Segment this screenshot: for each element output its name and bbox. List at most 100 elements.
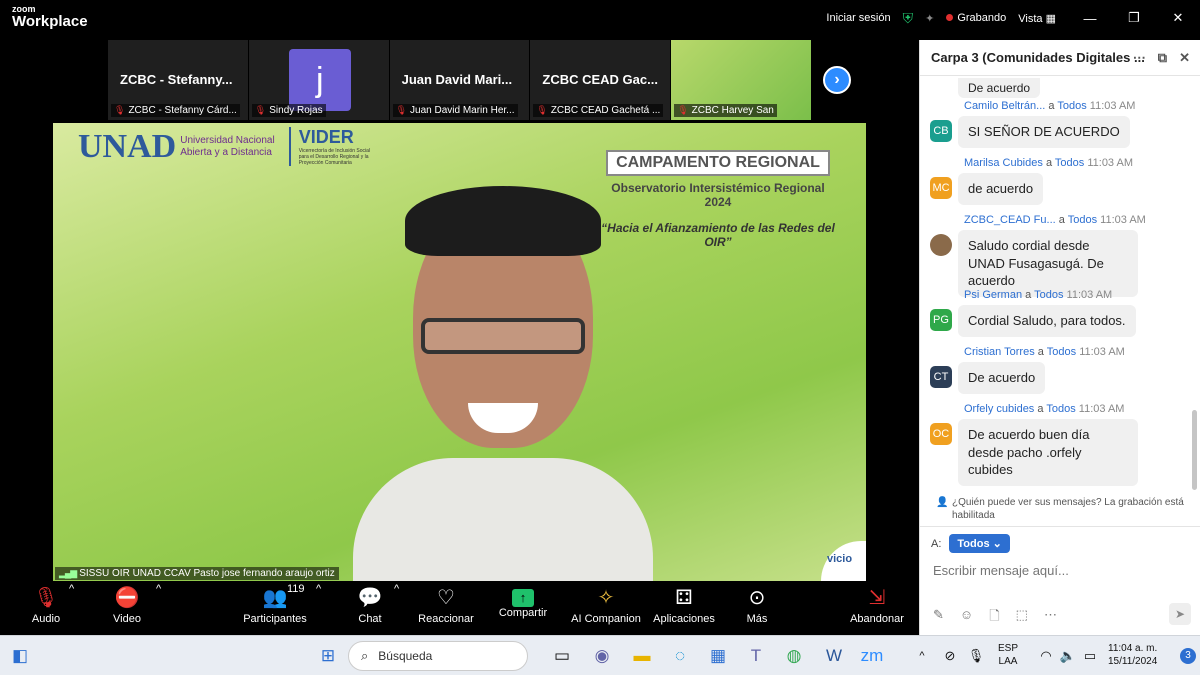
reactions-label: Reaccionar xyxy=(418,613,474,625)
message-time: 11:03 AM xyxy=(1079,346,1125,358)
avatar: CB xyxy=(930,120,952,142)
popout-icon[interactable]: ⧉ xyxy=(1158,50,1167,66)
message-recipient: Todos xyxy=(1067,214,1098,226)
message-header: ZCBC_CEAD Fu... a Todos 11:03 AM xyxy=(964,214,1146,226)
close-icon[interactable]: ✕ xyxy=(1179,50,1190,66)
battery-icon[interactable]: ▭ xyxy=(1078,646,1102,666)
people-icon: 👤 xyxy=(936,497,949,508)
unad-subtitle: Universidad Nacional Abierta y a Distanci… xyxy=(180,135,275,159)
format-icon[interactable]: ✎ xyxy=(933,607,944,629)
edge-icon[interactable]: ◌ xyxy=(668,646,692,666)
windows-taskbar: ◧ ⊞ ⌕ Búsqueda ▭ ◉ ▬ ◌ ▦ T ◍ W zm ^ ⊘ ESP… xyxy=(0,635,1200,675)
chat-message-list[interactable]: De acuerdo Camilo Beltrán... a Todos 11:… xyxy=(920,76,1200,496)
meet-app-icon[interactable]: ◉ xyxy=(590,646,614,666)
audio-button[interactable]: 🎙 Audio xyxy=(28,583,64,625)
start-icon[interactable]: ⊞ xyxy=(316,646,340,666)
language-indicator[interactable]: ESP LAA xyxy=(998,642,1018,668)
teams-icon[interactable]: T xyxy=(744,646,768,666)
clock[interactable]: 11:04 a. m. 15/11/2024 xyxy=(1108,642,1157,668)
audio-options-caret[interactable]: ^ xyxy=(69,583,74,595)
close-icon[interactable]: ✕ xyxy=(1156,10,1200,26)
chat-message-bubble: De acuerdo buen día desde pacho .orfely … xyxy=(958,419,1138,486)
participant-tile[interactable]: j 🎙 Sindy Rojas xyxy=(248,40,389,120)
message-header: Psi German a Todos 11:03 AM xyxy=(964,289,1113,301)
privacy-notice[interactable]: 👤 ¿Quién puede ver sus mensajes? La graba… xyxy=(936,496,1198,522)
volume-icon[interactable]: 🔈 xyxy=(1056,646,1080,666)
zoom-app-icon[interactable]: zm xyxy=(860,646,884,666)
recipient-selector: A: Todos ⌄ xyxy=(931,534,1010,553)
message-header: Orfely cubides a Todos 11:03 AM xyxy=(964,403,1125,415)
ai-companion-button[interactable]: ✧ AI Companion xyxy=(570,583,642,625)
no-location-icon[interactable]: ⊘ xyxy=(938,646,962,666)
chat-scrollbar[interactable] xyxy=(1192,410,1197,490)
title-bar-right: Iniciar sesión ⛨ ✦ Grabando Vista ▦ — ❐ … xyxy=(826,0,1200,36)
video-options-caret[interactable]: ^ xyxy=(156,583,161,595)
word-icon[interactable]: W xyxy=(822,646,846,666)
notification-badge[interactable]: 3 xyxy=(1180,648,1196,664)
participant-tile[interactable]: ZCBC CEAD Gac... 🎙 ZCBC CEAD Gachetá ... xyxy=(530,40,671,120)
more-icon[interactable]: ⋯ xyxy=(1044,607,1057,629)
chat-message[interactable]: Marilsa Cubides a Todos 11:03 AM MC de a… xyxy=(930,157,1190,205)
participant-tile[interactable]: ZCBC - Stefanny... 🎙 ZCBC - Stefanny Cárd… xyxy=(108,40,248,120)
message-time: 11:03 AM xyxy=(1087,157,1134,169)
signin-button[interactable]: Iniciar sesión xyxy=(826,12,890,24)
tile-name: ZCBC CEAD Gac... xyxy=(542,72,658,87)
chat-options-caret[interactable]: ^ xyxy=(394,583,399,595)
mic-off-icon: 🎙 xyxy=(395,105,408,115)
tile-label-text: ZCBC Harvey San xyxy=(691,105,774,116)
taskbar-search[interactable]: ⌕ Búsqueda xyxy=(348,641,528,671)
chat-message[interactable]: Psi German a Todos 11:03 AM PG Cordial S… xyxy=(930,289,1190,337)
screenshot-icon[interactable]: ⬚ xyxy=(1016,607,1028,629)
shield-icon[interactable]: ⛨ xyxy=(903,10,914,27)
leave-button[interactable]: ⇲ Abandonar xyxy=(848,583,906,625)
tile-label: 🎙 ZCBC CEAD Gachetá ... xyxy=(533,104,664,117)
participant-tile[interactable]: Juan David Mari... 🎙 Juan David Marin Her… xyxy=(389,40,530,120)
chat-message[interactable]: Orfely cubides a Todos 11:03 AM OC De ac… xyxy=(930,403,1190,486)
message-recipient: Todos xyxy=(1034,289,1064,301)
apps-button[interactable]: ⚃ Aplicaciones xyxy=(652,583,716,625)
chevron-up-icon[interactable]: ^ xyxy=(910,646,934,666)
next-page-button[interactable]: › xyxy=(823,66,851,94)
message-header: Camilo Beltrán... a Todos 11:03 AM xyxy=(964,100,1136,112)
mic-off-icon: 🎙 xyxy=(677,105,689,115)
emoji-icon[interactable]: ☺ xyxy=(960,607,973,629)
vider-logo: VIDER Vicerrectoría de Inclusión Social … xyxy=(288,127,379,166)
tile-label: 🎙 ZCBC - Stefanny Cárd... xyxy=(111,104,240,117)
maximize-icon[interactable]: ❐ xyxy=(1112,10,1156,26)
chrome-icon[interactable]: ◍ xyxy=(782,646,806,666)
chat-message[interactable]: Cristian Torres a Todos 11:03 AM CT De a… xyxy=(930,346,1190,394)
participant-tile[interactable]: 🎙 ZCBC Harvey San xyxy=(671,40,811,120)
mic-icon[interactable]: 🎙 xyxy=(964,646,988,666)
more-button[interactable]: ⊙ Más xyxy=(742,583,772,625)
active-speaker-video[interactable]: UNAD Universidad Nacional Abierta y a Dis… xyxy=(53,123,866,581)
share-button[interactable]: ↑ Compartir xyxy=(496,583,550,619)
widgets-icon[interactable]: ◧ xyxy=(8,646,32,666)
chat-message[interactable]: Camilo Beltrán... a Todos 11:03 AM CB SI… xyxy=(930,100,1190,148)
reactions-button[interactable]: ♡ Reaccionar xyxy=(418,583,474,625)
chat-input[interactable] xyxy=(933,560,1188,580)
view-button[interactable]: Vista ▦ xyxy=(1018,12,1056,25)
tile-label-text: Juan David Marin Her... xyxy=(410,105,515,116)
recipient-dropdown[interactable]: Todos ⌄ xyxy=(949,534,1010,553)
send-button[interactable]: ➤ xyxy=(1169,603,1191,625)
task-view-icon[interactable]: ▭ xyxy=(550,646,574,666)
minimize-icon[interactable]: — xyxy=(1068,11,1112,26)
folder-icon[interactable]: ▬ xyxy=(630,646,654,666)
event-title: CAMPAMENTO REGIONAL xyxy=(606,150,830,176)
store-icon[interactable]: ▦ xyxy=(706,646,730,666)
unad-sub1: Universidad Nacional xyxy=(180,134,275,146)
recording-indicator[interactable]: Grabando xyxy=(946,12,1006,24)
wifi-icon[interactable]: ◠ xyxy=(1034,646,1058,666)
video-button[interactable]: ⛔ Video xyxy=(108,583,146,625)
speaker-glasses xyxy=(421,318,585,354)
participants-options-caret[interactable]: ^ xyxy=(316,583,321,595)
event-subtitle: Observatorio Intersistémico Regional 202… xyxy=(611,181,825,209)
more-icon[interactable]: ⋯ xyxy=(1133,50,1146,66)
speaker-shirt xyxy=(353,458,653,581)
file-icon[interactable]: 🗋 xyxy=(989,607,999,629)
chat-message[interactable]: ZCBC_CEAD Fu... a Todos 11:03 AM Saludo … xyxy=(930,214,1190,297)
avatar: PG xyxy=(930,309,952,331)
search-label: Búsqueda xyxy=(378,649,433,663)
sparkle-icon[interactable]: ✦ xyxy=(925,12,934,25)
chat-button[interactable]: 💬 Chat xyxy=(355,583,385,625)
